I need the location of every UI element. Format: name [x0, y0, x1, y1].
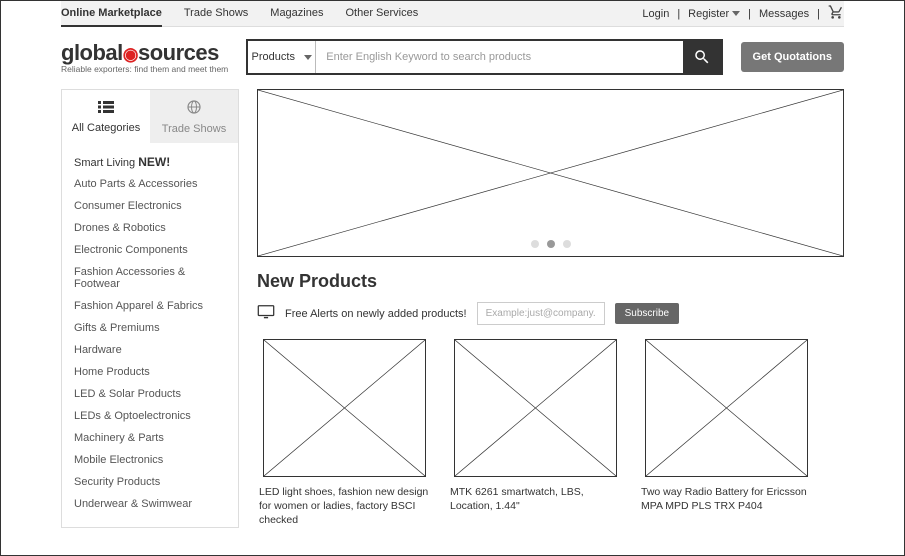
globe-icon — [154, 100, 234, 119]
sidebar-category-item[interactable]: Underwear & Swimwear — [74, 493, 226, 515]
email-input[interactable] — [477, 302, 605, 325]
search-input[interactable] — [316, 41, 682, 73]
carousel-dots[interactable] — [258, 240, 843, 248]
carousel-dot[interactable] — [547, 240, 555, 248]
monitor-icon — [257, 305, 275, 322]
top-nav: Online Marketplace Trade Shows Magazines… — [61, 1, 844, 27]
sidebar-category-item[interactable]: Gifts & Premiums — [74, 317, 226, 339]
topnav-marketplace[interactable]: Online Marketplace — [61, 1, 162, 27]
section-title: New Products — [257, 271, 844, 292]
sidebar-category-item[interactable]: Fashion Accessories & Footwear — [74, 261, 226, 295]
globe-icon: ◉ — [123, 44, 138, 64]
header: global◉sources Reliable exporters: find … — [61, 27, 844, 89]
carousel-dot[interactable] — [563, 240, 571, 248]
get-quotations-button[interactable]: Get Quotations — [741, 42, 844, 72]
sidebar: All Categories Trade Shows Smart Living … — [61, 89, 239, 528]
sidebar-category-item[interactable]: LEDs & Optoelectronics — [74, 405, 226, 427]
messages-link[interactable]: Messages — [759, 8, 809, 20]
search-icon — [693, 48, 711, 66]
product-image[interactable] — [645, 339, 808, 477]
product-image[interactable] — [263, 339, 426, 477]
search-button[interactable] — [683, 41, 721, 73]
sidebar-category-item[interactable]: Security Products — [74, 471, 226, 493]
sidebar-category-item[interactable]: Consumer Electronics — [74, 195, 226, 217]
sidebar-tab-tradeshows[interactable]: Trade Shows — [150, 90, 238, 143]
login-link[interactable]: Login — [642, 8, 669, 20]
sidebar-category-item[interactable]: Drones & Robotics — [74, 217, 226, 239]
search-category-select[interactable]: Products — [248, 41, 316, 73]
hero-banner[interactable] — [257, 89, 844, 257]
image-placeholder — [258, 90, 843, 256]
product-card[interactable]: LED light shoes, fashion new design for … — [257, 339, 432, 528]
sidebar-category-header[interactable]: Smart Living NEW! — [74, 149, 226, 173]
sidebar-category-item[interactable]: Machinery & Parts — [74, 427, 226, 449]
sidebar-category-item[interactable]: Auto Parts & Accessories — [74, 173, 226, 195]
sidebar-category-item[interactable]: Electronic Components — [74, 239, 226, 261]
sidebar-category-item[interactable]: LED & Solar Products — [74, 383, 226, 405]
subscribe-button[interactable]: Subscribe — [615, 303, 679, 324]
sidebar-tab-categories[interactable]: All Categories — [62, 90, 150, 143]
product-title: LED light shoes, fashion new design for … — [257, 485, 432, 528]
sidebar-category-item[interactable]: Hardware — [74, 339, 226, 361]
alert-row: Free Alerts on newly added products! Sub… — [257, 302, 844, 325]
sidebar-category-item[interactable]: Home Products — [74, 361, 226, 383]
chevron-down-icon — [304, 55, 312, 60]
product-image[interactable] — [454, 339, 617, 477]
sidebar-category-item[interactable]: Mobile Electronics — [74, 449, 226, 471]
chevron-down-icon — [732, 11, 740, 16]
list-icon — [66, 100, 146, 118]
register-link[interactable]: Register — [688, 8, 740, 20]
product-title: Two way Radio Battery for Ericsson MPA M… — [639, 485, 814, 513]
logo[interactable]: global◉sources Reliable exporters: find … — [61, 40, 228, 74]
product-card[interactable]: MTK 6261 smartwatch, LBS, Location, 1.44… — [448, 339, 623, 528]
alert-text: Free Alerts on newly added products! — [285, 308, 467, 320]
topnav-tradeshows[interactable]: Trade Shows — [184, 1, 248, 27]
search-bar: Products — [246, 39, 722, 75]
product-card[interactable]: Two way Radio Battery for Ericsson MPA M… — [639, 339, 814, 528]
product-title: MTK 6261 smartwatch, LBS, Location, 1.44… — [448, 485, 623, 513]
cart-icon[interactable] — [828, 4, 844, 23]
topnav-other[interactable]: Other Services — [345, 1, 418, 27]
topnav-magazines[interactable]: Magazines — [270, 1, 323, 27]
sidebar-category-item[interactable]: Fashion Apparel & Fabrics — [74, 295, 226, 317]
logo-tagline: Reliable exporters: find them and meet t… — [61, 64, 228, 74]
carousel-dot[interactable] — [531, 240, 539, 248]
